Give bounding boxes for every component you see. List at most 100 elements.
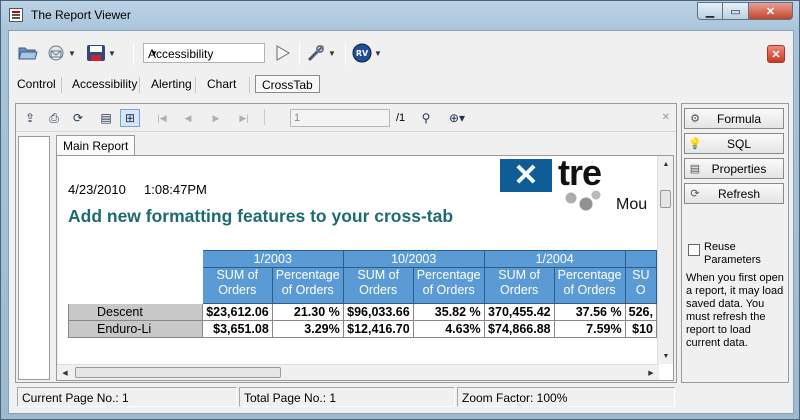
sql-button[interactable]: 💡 SQL — [684, 133, 784, 154]
tab-main-report[interactable]: Main Report — [56, 135, 136, 155]
page-count: /1 — [396, 112, 406, 124]
chevron-down-icon: ▼ — [68, 48, 76, 58]
tab-control[interactable]: Control — [11, 75, 62, 93]
chevron-down-icon: ▼ — [374, 48, 382, 58]
title-bar[interactable]: The Report Viewer ▁ ▭ ✕ — [1, 1, 799, 29]
chevron-down-icon: ▼ — [328, 48, 336, 58]
total-page-status: Total Page No.: 1 — [239, 387, 455, 407]
page-number-input[interactable]: 1 — [290, 109, 390, 127]
reuse-parameters-label[interactable]: Reuse Parameters — [704, 241, 764, 267]
report-viewer-menu-button[interactable]: RV ▼ — [351, 41, 382, 65]
tab-accessibility[interactable]: Accessibility — [66, 75, 143, 93]
refresh-icon: ⟳ — [690, 188, 700, 200]
report-canvas[interactable]: 4/23/2010 1:08:47PM Add new formatting f… — [56, 155, 674, 381]
app-window: The Report Viewer ▁ ▭ ✕ ▼ ▼ Accessibilit… — [0, 0, 800, 420]
app-icon — [9, 8, 23, 22]
formula-button[interactable]: ⚙ Formula — [684, 108, 784, 129]
refresh-button[interactable]: ⟳ Refresh — [684, 183, 784, 204]
table-cell: 35.82 % — [412, 303, 485, 321]
row-label: Enduro-Li — [68, 320, 203, 338]
prev-page-icon[interactable]: ◀ — [178, 109, 198, 127]
column-header: Percentage of Orders — [553, 267, 626, 304]
table-cell: 370,455.42 — [483, 303, 555, 321]
report-title: Add new formatting features to your cros… — [68, 206, 454, 226]
export-icon[interactable]: ⇪ — [20, 109, 40, 127]
main-toolbar: ▼ ▼ Accessibility ▼ ▼ RV ▼ ✕ — [9, 35, 793, 71]
report-toolbar: ⇪ ⎙ ⟳ ▤ ⊞ |◀ ◀ ▶ ▶| 1 /1 ⚲ ⊕▾ ✕ — [16, 104, 676, 132]
table-cell: 37.56 % — [553, 303, 626, 321]
column-header: SUM of Orders — [483, 267, 555, 304]
tab-separator — [139, 77, 140, 93]
toolbar-separator — [299, 43, 300, 65]
scroll-down-icon[interactable]: ▼ — [658, 348, 673, 364]
minimize-button[interactable]: ▁ — [697, 2, 723, 20]
scroll-thumb[interactable] — [75, 367, 281, 378]
report-viewer-logo-icon: RV — [351, 43, 373, 63]
side-panel: ⚙ Formula 💡 SQL ▤ Properties ⟳ Refresh R… — [681, 103, 789, 383]
scroll-thumb[interactable] — [660, 190, 671, 208]
column-header: SU O — [624, 267, 658, 304]
page-view-icon[interactable]: ▤ — [96, 109, 116, 127]
crosstab-corner — [68, 250, 203, 268]
refresh-info-text: When you first open a report, it may loa… — [686, 272, 784, 349]
refresh-button-label: Refresh — [717, 186, 761, 201]
close-icon[interactable]: ✕ — [662, 112, 670, 123]
first-page-icon[interactable]: |◀ — [152, 109, 172, 127]
logo-x-mark: ✕ — [500, 159, 552, 192]
maximize-button[interactable]: ▭ — [723, 2, 749, 20]
tab-crosstab[interactable]: CrossTab — [255, 75, 320, 93]
email-icon — [45, 43, 67, 63]
period-header: 10/2003 — [342, 250, 485, 268]
table-row: Descent $23,612.06 21.30 % $96,033.66 35… — [68, 303, 658, 321]
horizontal-scrollbar[interactable]: ◀ ▶ — [57, 364, 659, 380]
play-icon — [271, 43, 293, 63]
table-cell: 4.63% — [412, 320, 485, 338]
print-date: 4/23/2010 — [68, 182, 126, 197]
period-header: 1/2004 — [483, 250, 626, 268]
tools-icon — [305, 43, 327, 63]
open-button[interactable] — [17, 41, 39, 65]
print-time: 1:08:47PM — [144, 182, 207, 197]
scroll-up-icon[interactable]: ▲ — [658, 156, 673, 172]
report-page: 4/23/2010 1:08:47PM Add new formatting f… — [57, 156, 660, 366]
status-bar: Current Page No.: 1 Total Page No.: 1 Zo… — [15, 387, 789, 409]
tab-separator — [195, 77, 196, 93]
chevron-down-icon: ▼ — [108, 48, 116, 58]
last-page-icon[interactable]: ▶| — [234, 109, 254, 127]
table-row: Enduro-Li $3,651.08 3.29% $12,416.70 4.6… — [68, 320, 658, 338]
scroll-right-icon[interactable]: ▶ — [643, 365, 659, 380]
save-icon — [85, 43, 107, 63]
company-logo: ✕ tre Mou — [500, 156, 660, 228]
window-close-button[interactable]: ✕ — [749, 2, 793, 20]
crosstab-table: 1/2003 10/2003 1/2004 SUM of Orders Perc… — [68, 250, 658, 338]
svg-text:RV: RV — [356, 49, 369, 58]
logo-subtext: Mou — [616, 196, 648, 213]
logo-graphic — [556, 186, 606, 216]
sample-tabs: Control Accessibility Alerting Chart Cro… — [9, 71, 793, 95]
zoom-icon[interactable]: ⊕▾ — [442, 109, 472, 127]
tab-alerting[interactable]: Alerting — [145, 75, 198, 93]
tools-button[interactable]: ▼ — [305, 41, 336, 65]
group-tree-panel[interactable] — [18, 136, 50, 380]
row-label: Descent — [68, 303, 203, 321]
report-select[interactable]: Accessibility ▼ — [143, 43, 265, 63]
report-viewer: ⇪ ⎙ ⟳ ▤ ⊞ |◀ ◀ ▶ ▶| 1 /1 ⚲ ⊕▾ ✕ Main Rep… — [15, 103, 677, 383]
find-icon[interactable]: ⚲ — [416, 109, 436, 127]
email-button[interactable]: ▼ — [45, 41, 76, 65]
scroll-left-icon[interactable]: ◀ — [57, 365, 73, 380]
crosstab-corner — [68, 267, 203, 304]
print-icon[interactable]: ⎙ — [44, 109, 64, 127]
current-page-status: Current Page No.: 1 — [17, 387, 237, 407]
run-button[interactable] — [271, 41, 293, 65]
next-page-icon[interactable]: ▶ — [206, 109, 226, 127]
save-button[interactable]: ▼ — [85, 41, 116, 65]
group-tree-icon[interactable]: ⊞ — [120, 109, 140, 127]
close-report-button[interactable]: ✕ — [767, 45, 785, 63]
column-header: Percentage of Orders — [271, 267, 344, 304]
refresh-icon[interactable]: ⟳ — [68, 109, 88, 127]
tab-chart[interactable]: Chart — [201, 75, 242, 93]
properties-button[interactable]: ▤ Properties — [684, 158, 784, 179]
reuse-parameters-checkbox[interactable] — [688, 244, 700, 256]
properties-button-label: Properties — [711, 161, 767, 176]
vertical-scrollbar[interactable]: ▲ ▼ — [657, 156, 673, 364]
